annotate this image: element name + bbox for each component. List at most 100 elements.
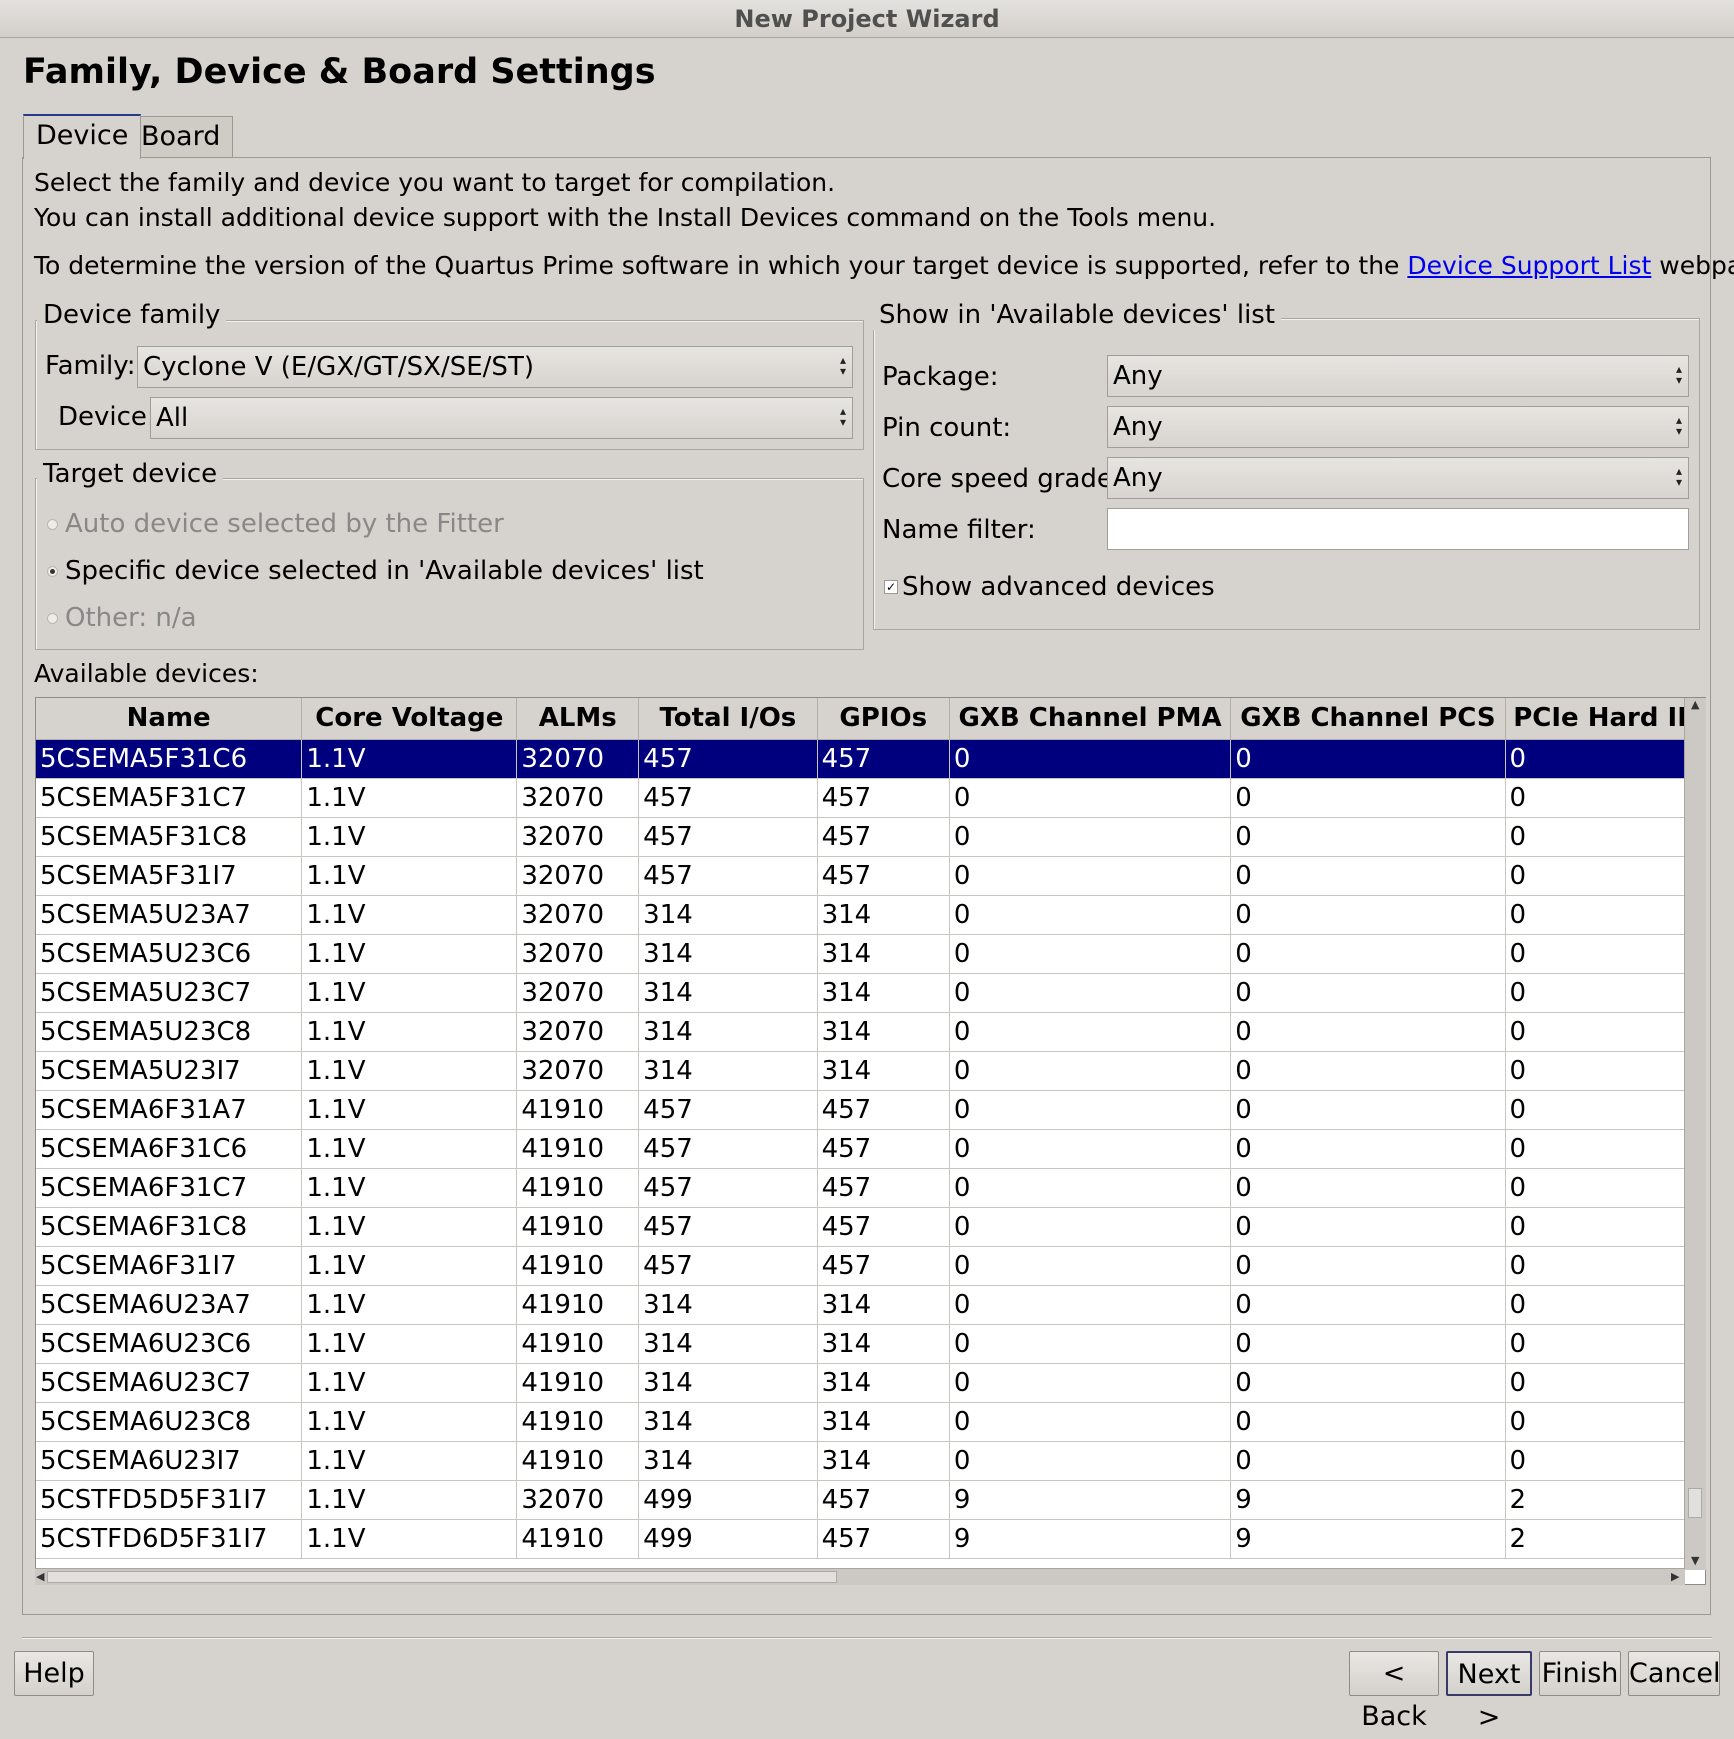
core-speed-grade-select[interactable]: Any ▴ ▾ [1107,457,1689,499]
pin-count-label: Pin count: [882,413,1012,443]
table-row[interactable]: 5CSEMA6F31C7 1.1V 41910 457 457 0 0 0 [36,1168,1705,1208]
other-device-radio[interactable] [47,613,58,624]
device-support-list-link[interactable]: Device Support List [1407,251,1651,280]
table-cell: 457 [638,739,818,779]
scroll-right-icon[interactable]: ▶ [1671,1570,1679,1583]
available-devices-table[interactable]: Name Core Voltage ALMs Total I/Os GPIOs GXB C… [35,697,1706,1585]
table-row[interactable]: 5CSEMA6F31C8 1.1V 41910 457 457 0 0 0 [36,1207,1705,1247]
table-cell: 41910 [516,1207,640,1247]
column-header[interactable]: Core Voltage [301,698,518,740]
table-cell: 9 [949,1519,1232,1559]
table-cell: 0 [1230,1441,1506,1481]
table-row[interactable]: 5CSEMA6F31I7 1.1V 41910 457 457 0 0 0 [36,1246,1705,1286]
table-cell: 314 [638,1285,818,1325]
table-row[interactable]: 5CSEMA6U23A7 1.1V 41910 314 314 0 0 0 [36,1285,1705,1325]
family-select[interactable]: Cyclone V (E/GX/GT/SX/SE/ST) ▴ ▾ [137,346,853,388]
table-cell: 2 [1505,1480,1705,1520]
table-cell: 0 [949,1285,1232,1325]
column-header[interactable]: GPIOs [817,698,950,740]
scroll-down-icon[interactable]: ▼ [1691,1554,1699,1567]
table-cell: 314 [638,1324,818,1364]
table-row[interactable]: 5CSEMA5F31I7 1.1V 32070 457 457 0 0 0 [36,856,1705,896]
name-filter-input[interactable] [1107,508,1689,550]
horizontal-scroll-thumb[interactable] [47,1571,837,1583]
table-cell: 1.1V [301,1090,518,1130]
tab-board[interactable]: Board [128,116,234,158]
auto-device-radio[interactable] [47,519,58,530]
column-header[interactable]: GXB Channel PCS [1230,698,1506,740]
column-header[interactable]: GXB Channel PMA [949,698,1232,740]
table-row[interactable]: 5CSEMA6U23C8 1.1V 41910 314 314 0 0 0 [36,1402,1705,1442]
combo-arrows-icon: ▴ ▾ [839,353,846,378]
description-line-3-prefix: To determine the version of the Quartus … [34,251,1408,280]
specific-device-radio[interactable] [47,566,58,577]
tab-device[interactable]: Device [23,114,142,159]
column-header[interactable]: Total I/Os [638,698,818,740]
table-row[interactable]: 5CSEMA5F31C6 1.1V 32070 457 457 0 0 0 [36,739,1705,779]
column-header[interactable]: Name [36,698,303,740]
table-cell: 5CSEMA6F31C7 [36,1168,303,1208]
table-row[interactable]: 5CSEMA6F31A7 1.1V 41910 457 457 0 0 0 [36,1090,1705,1130]
table-row[interactable]: 5CSEMA6U23I7 1.1V 41910 314 314 0 0 0 [36,1441,1705,1481]
table-cell: 457 [638,778,818,818]
vertical-scrollbar[interactable]: ▲ ▼ [1684,698,1706,1570]
finish-button[interactable]: Finish [1539,1651,1621,1696]
table-row[interactable]: 5CSTFD5D5F31I7 1.1V 32070 499 457 9 9 2 [36,1480,1705,1520]
table-cell: 5CSEMA6F31A7 [36,1090,303,1130]
table-cell: 5CSEMA5U23I7 [36,1051,303,1091]
table-cell: 41910 [516,1129,640,1169]
finish-button-label: Finish [1541,1658,1619,1689]
package-select[interactable]: Any ▴ ▾ [1107,355,1689,397]
pin-count-select[interactable]: Any ▴ ▾ [1107,406,1689,448]
table-row[interactable]: 5CSEMA5U23C8 1.1V 32070 314 314 0 0 0 [36,1012,1705,1052]
table-cell: 32070 [516,934,640,974]
table-row[interactable]: 5CSTFD6D5F31I7 1.1V 41910 499 457 9 9 2 [36,1519,1705,1559]
table-row[interactable]: 5CSEMA5U23C6 1.1V 32070 314 314 0 0 0 [36,934,1705,974]
table-row[interactable]: 5CSEMA6U23C7 1.1V 41910 314 314 0 0 0 [36,1363,1705,1403]
table-cell: 5CSEMA6F31I7 [36,1246,303,1286]
table-cell: 0 [949,1246,1232,1286]
help-button[interactable]: Help [14,1651,94,1696]
vertical-scroll-thumb[interactable] [1688,1488,1702,1518]
column-header[interactable]: PCIe Hard IP [1505,698,1705,740]
table-cell: 9 [1230,1480,1506,1520]
table-cell: 0 [1230,739,1506,779]
table-cell: 314 [817,1285,950,1325]
horizontal-scrollbar[interactable]: ◀ ▶ [35,1568,1685,1585]
table-row[interactable]: 5CSEMA5U23I7 1.1V 32070 314 314 0 0 0 [36,1051,1705,1091]
table-cell: 457 [817,1519,950,1559]
back-button[interactable]: < Back [1349,1651,1439,1732]
column-header[interactable]: ALMs [516,698,640,740]
table-row[interactable]: 5CSEMA5U23C7 1.1V 32070 314 314 0 0 0 [36,973,1705,1013]
table-row[interactable]: 5CSEMA5F31C8 1.1V 32070 457 457 0 0 0 [36,817,1705,857]
table-cell: 0 [1505,1285,1705,1325]
table-cell: 1.1V [301,1402,518,1442]
scroll-up-icon[interactable]: ▲ [1691,698,1699,711]
table-cell: 314 [638,1363,818,1403]
table-row[interactable]: 5CSEMA6U23C6 1.1V 41910 314 314 0 0 0 [36,1324,1705,1364]
device-select[interactable]: All ▴ ▾ [150,397,853,439]
table-cell: 0 [1505,895,1705,935]
combo-arrows-icon: ▴ ▾ [839,404,846,429]
show-advanced-label: Show advanced devices [902,572,1215,602]
table-cell: 5CSTFD5D5F31I7 [36,1480,303,1520]
show-advanced-checkbox[interactable]: ✓ [884,580,898,594]
table-row[interactable]: 5CSEMA6F31C6 1.1V 41910 457 457 0 0 0 [36,1129,1705,1169]
table-cell: 1.1V [301,1285,518,1325]
table-cell: 32070 [516,1012,640,1052]
table-row[interactable]: 5CSEMA5U23A7 1.1V 32070 314 314 0 0 0 [36,895,1705,935]
cancel-button[interactable]: Cancel [1628,1651,1720,1696]
device-family-group-title: Device family [37,300,227,330]
next-button[interactable]: Next > [1446,1651,1532,1733]
table-row[interactable]: 5CSEMA5F31C7 1.1V 32070 457 457 0 0 0 [36,778,1705,818]
table-cell: 1.1V [301,1168,518,1208]
table-cell: 5CSEMA6U23C6 [36,1324,303,1364]
core-speed-grade-label: Core speed grade: [882,464,1122,494]
cancel-button-label: Cancel [1629,1658,1721,1689]
other-device-label: Other: n/a [65,603,197,633]
table-cell: 314 [638,1012,818,1052]
table-cell: 0 [949,895,1232,935]
table-cell: 1.1V [301,934,518,974]
scroll-left-icon[interactable]: ◀ [36,1570,44,1583]
table-cell: 1.1V [301,1363,518,1403]
